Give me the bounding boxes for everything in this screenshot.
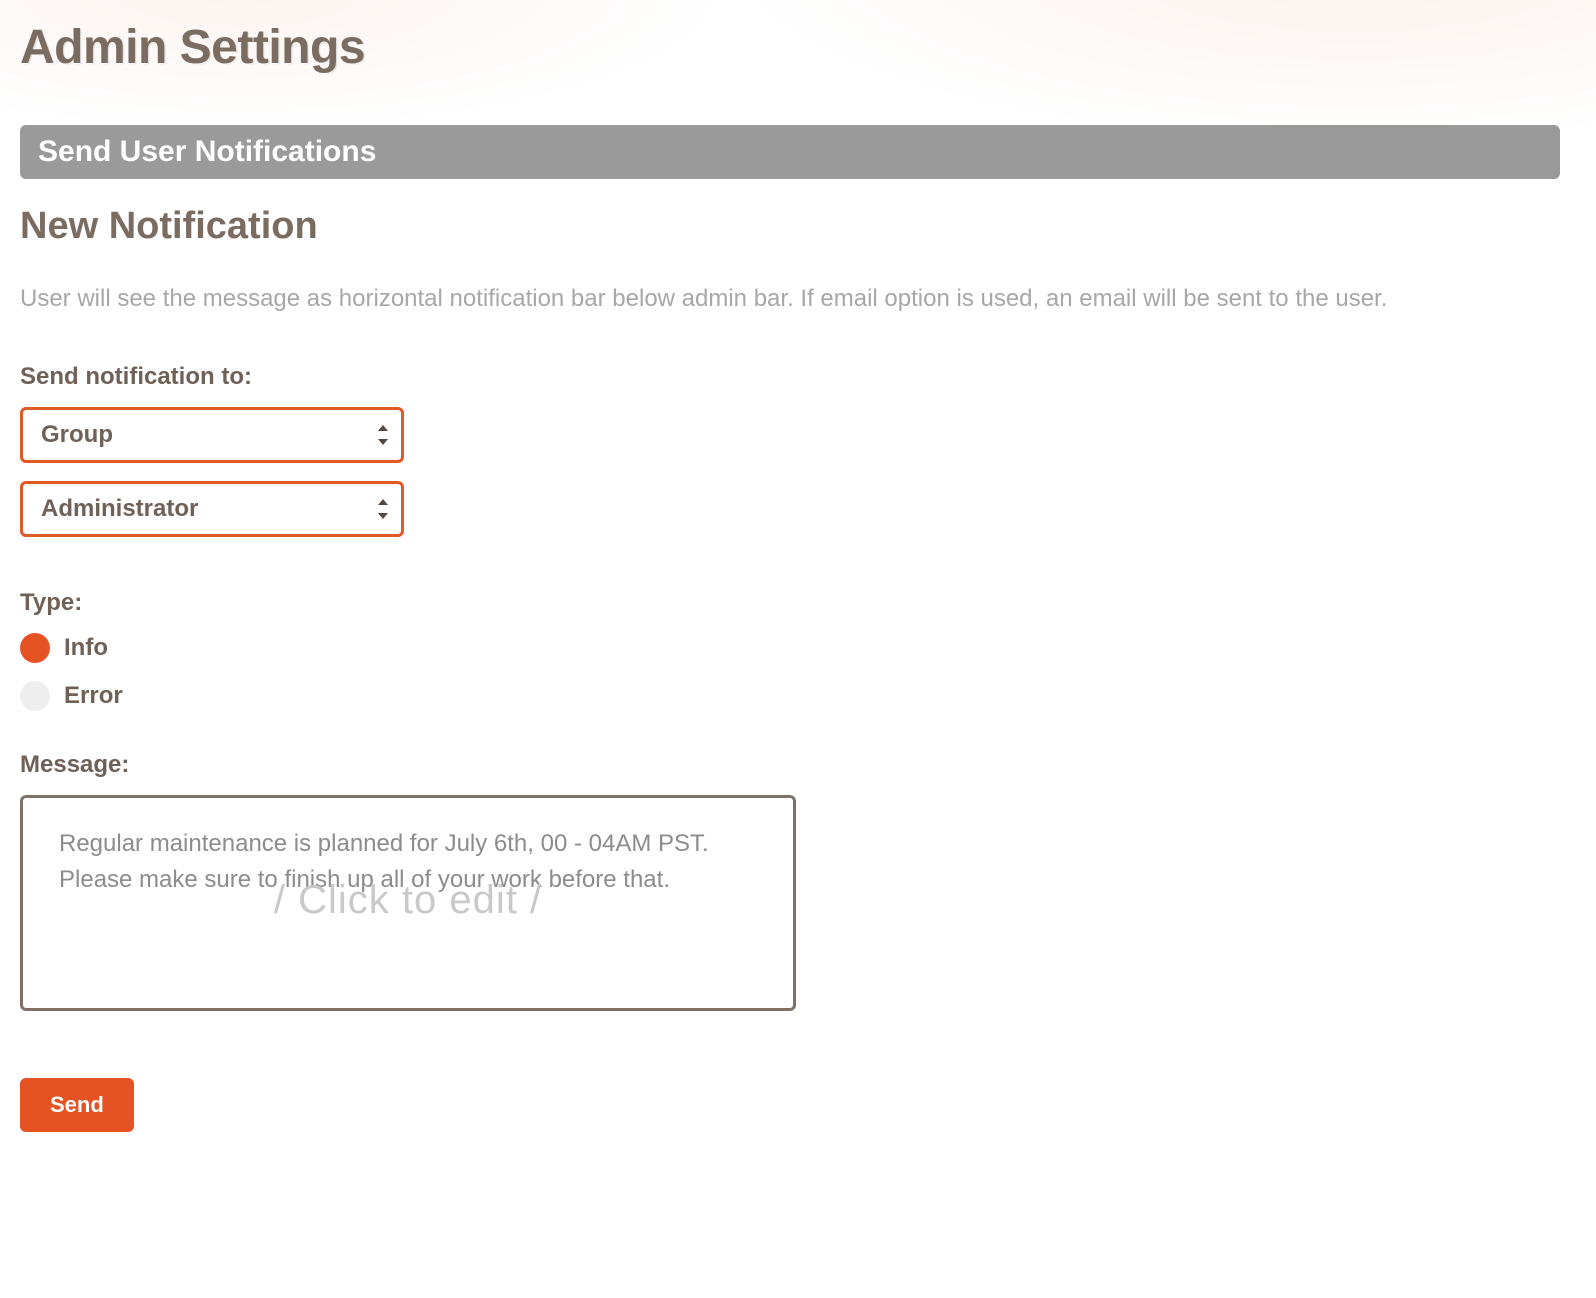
recipient-target-select[interactable]: Administrator [20, 481, 404, 537]
send-button[interactable]: Send [20, 1078, 134, 1132]
page-title: Admin Settings [20, 20, 1576, 75]
type-option-label: Info [64, 634, 108, 662]
recipient-scope-select-wrap: Group [20, 407, 404, 463]
section-title: New Notification [20, 205, 1576, 248]
section-description: User will see the message as horizontal … [20, 282, 1560, 317]
type-option-error[interactable]: Error [20, 681, 1576, 711]
type-option-label: Error [64, 682, 123, 710]
recipient-target-select-wrap: Administrator [20, 481, 404, 537]
type-option-info[interactable]: Info [20, 633, 1576, 663]
notifications-panel: Send User Notifications New Notification… [20, 125, 1576, 1132]
recipient-scope-select[interactable]: Group [20, 407, 404, 463]
message-field-wrap: / Click to edit / [20, 795, 796, 1016]
radio-icon[interactable] [20, 633, 50, 663]
recipient-label: Send notification to: [20, 363, 1576, 391]
panel-header: Send User Notifications [20, 125, 1560, 179]
message-label: Message: [20, 751, 1576, 779]
type-label: Type: [20, 589, 1576, 617]
radio-icon[interactable] [20, 681, 50, 711]
message-textarea[interactable] [20, 795, 796, 1011]
